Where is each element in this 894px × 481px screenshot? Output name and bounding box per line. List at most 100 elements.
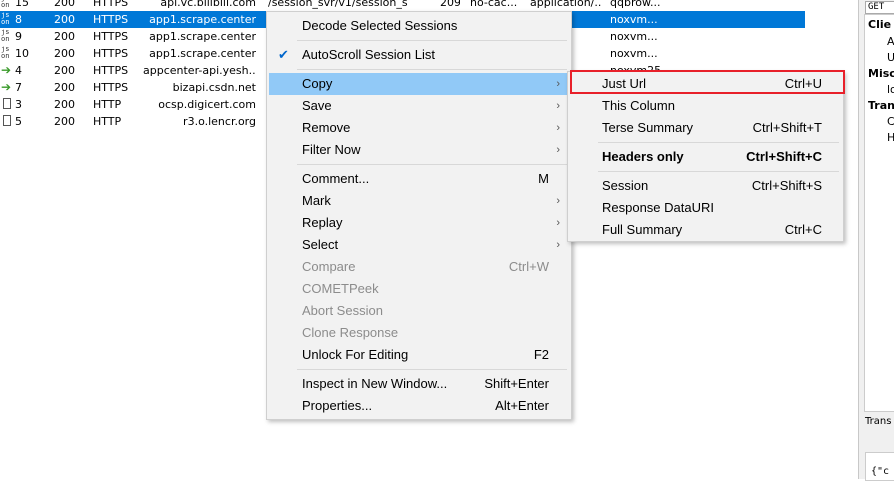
inspector-panel: GET / Clie A U Misc lo Tran C H Trans {"… xyxy=(858,0,894,481)
session-process: noxvm... xyxy=(610,13,658,26)
session-number: 8 xyxy=(15,13,22,26)
menu-item-compare[interactable]: Compare Ctrl+W xyxy=(269,256,569,278)
menu-item-label: Copy xyxy=(302,76,333,91)
chevron-right-icon: › xyxy=(556,122,560,134)
session-protocol: HTTP xyxy=(93,115,122,128)
submenu-item-response-datauri[interactable]: Response DataURI xyxy=(570,197,841,219)
tree-item-c[interactable]: C xyxy=(887,115,894,128)
menu-separator xyxy=(297,69,567,70)
menu-item-replay[interactable]: Replay › xyxy=(269,212,569,234)
menu-item-label: Properties... xyxy=(302,398,373,413)
session-process: noxvm... xyxy=(610,30,658,43)
session-result: 200 xyxy=(54,64,75,77)
session-row[interactable]: json 15 200 HTTPS api.vc.bilibili.com/sessio… xyxy=(0,0,805,11)
session-host: app1.scrape.center xyxy=(149,47,256,60)
menu-item-shortcut: F2 xyxy=(533,347,549,362)
menu-item-label: Inspect in New Window... xyxy=(302,376,448,391)
menu-item-label: AutoScroll Session List xyxy=(302,47,435,62)
menu-item-remove[interactable]: Remove › xyxy=(269,117,569,139)
menu-item-shortcut: Ctrl+Shift+S xyxy=(751,178,822,193)
session-host: app1.scrape.center xyxy=(149,30,256,43)
session-protocol: HTTPS xyxy=(93,81,129,94)
menu-item-label: Abort Session xyxy=(302,303,383,318)
menu-item-label: Remove xyxy=(302,120,351,135)
tree-item-h[interactable]: H xyxy=(887,131,894,144)
menu-item-cometpeek[interactable]: COMETPeek xyxy=(269,278,569,300)
menu-item-label: Headers only xyxy=(602,149,684,164)
session-result: 200 xyxy=(54,81,75,94)
menu-item-autoscroll-session-list[interactable]: ✔ AutoScroll Session List xyxy=(269,44,569,66)
session-protocol: HTTPS xyxy=(93,64,129,77)
session-number: 4 xyxy=(15,64,22,77)
tree-item-a[interactable]: A xyxy=(887,35,894,48)
session-result: 200 xyxy=(54,115,75,128)
headers-tree: Clie A U Misc lo Tran C H xyxy=(864,14,894,412)
session-number: 9 xyxy=(15,30,22,43)
document-icon xyxy=(1,114,13,128)
session-process: noxvm... xyxy=(610,47,658,60)
session-url: /session_svr/v1/session_s... xyxy=(268,0,408,9)
request-line-field[interactable]: GET / xyxy=(865,1,894,14)
transformer-tab[interactable]: Trans xyxy=(865,416,891,427)
menu-item-inspect-in-new-window[interactable]: Inspect in New Window... Shift+Enter xyxy=(269,373,569,395)
menu-item-select[interactable]: Select › xyxy=(269,234,569,256)
menu-item-mark[interactable]: Mark › xyxy=(269,190,569,212)
menu-separator xyxy=(297,164,567,165)
script-icon: json xyxy=(1,46,10,60)
session-context-menu: Decode Selected Sessions ✔ AutoScroll Se… xyxy=(266,11,572,420)
menu-item-clone-response[interactable]: Clone Response xyxy=(269,322,569,344)
https-tunnel-icon: ➔ xyxy=(1,80,12,94)
session-host: bizapi.csdn.net xyxy=(172,81,256,94)
menu-item-filter-now[interactable]: Filter Now › xyxy=(269,139,569,161)
session-host: ocsp.digicert.com xyxy=(158,98,256,111)
menu-separator xyxy=(297,369,567,370)
tree-item-lo[interactable]: lo xyxy=(887,83,894,96)
session-host: appcenter-api.yesh... xyxy=(143,64,256,77)
submenu-item-session[interactable]: Session Ctrl+Shift+S xyxy=(570,175,841,197)
session-host: app1.scrape.center xyxy=(149,13,256,26)
script-icon: json xyxy=(1,29,10,43)
session-host: r3.o.lencr.org xyxy=(183,115,256,128)
menu-item-comment[interactable]: Comment... M xyxy=(269,168,569,190)
session-result: 200 xyxy=(54,30,75,43)
menu-item-properties[interactable]: Properties... Alt+Enter xyxy=(269,395,569,417)
submenu-item-terse-summary[interactable]: Terse Summary Ctrl+Shift+T xyxy=(570,117,841,139)
session-number: 3 xyxy=(15,98,22,111)
menu-separator xyxy=(598,142,839,143)
submenu-item-this-column[interactable]: This Column xyxy=(570,95,841,117)
session-protocol: HTTPS xyxy=(93,0,129,9)
session-body-size: 209 xyxy=(440,0,460,9)
session-content-type: application/... xyxy=(530,0,602,9)
session-protocol: HTTPS xyxy=(93,30,129,43)
tree-group-transport[interactable]: Tran xyxy=(868,99,894,112)
menu-item-shortcut: Alt+Enter xyxy=(495,398,549,413)
menu-item-shortcut: Ctrl+Shift+T xyxy=(752,120,822,135)
session-number: 7 xyxy=(15,81,22,94)
session-process: qqbrow... xyxy=(610,0,661,9)
script-icon: json xyxy=(1,0,10,9)
menu-item-save[interactable]: Save › xyxy=(269,95,569,117)
session-result: 200 xyxy=(54,47,75,60)
menu-item-unlock-for-editing[interactable]: Unlock For Editing F2 xyxy=(269,344,569,366)
menu-item-abort-session[interactable]: Abort Session xyxy=(269,300,569,322)
menu-item-decode-selected-sessions[interactable]: Decode Selected Sessions xyxy=(269,15,569,37)
menu-item-label: Unlock For Editing xyxy=(302,347,409,362)
submenu-item-full-summary[interactable]: Full Summary Ctrl+C xyxy=(570,219,841,241)
session-protocol: HTTPS xyxy=(93,13,129,26)
tree-group-client[interactable]: Clie xyxy=(868,18,891,31)
menu-item-shortcut: Ctrl+C xyxy=(784,222,822,237)
menu-item-label: Select xyxy=(302,237,339,252)
menu-item-shortcut: M xyxy=(538,171,549,186)
chevron-right-icon: › xyxy=(556,217,560,229)
session-number: 10 xyxy=(15,47,29,60)
menu-item-copy[interactable]: Copy › xyxy=(269,73,569,95)
submenu-item-headers-only[interactable]: Headers only Ctrl+Shift+C xyxy=(570,146,841,168)
menu-item-label: This Column xyxy=(602,98,675,113)
session-protocol: HTTPS xyxy=(93,47,129,60)
tree-item-u[interactable]: U xyxy=(887,51,894,64)
menu-item-label: Decode Selected Sessions xyxy=(302,18,458,33)
menu-item-shortcut: Ctrl+Shift+C xyxy=(746,149,822,164)
tree-group-misc[interactable]: Misc xyxy=(868,67,894,80)
menu-item-label: Session xyxy=(602,178,649,193)
session-protocol: HTTP xyxy=(93,98,122,111)
